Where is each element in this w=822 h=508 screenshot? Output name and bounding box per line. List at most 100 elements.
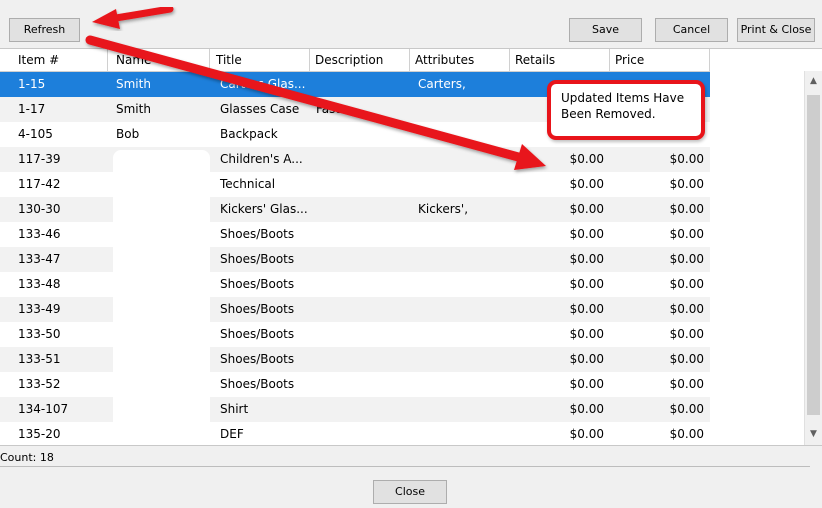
- cell-retail[interactable]: $0.00: [510, 247, 610, 272]
- cell-description[interactable]: Fast: [310, 97, 410, 122]
- cell-retail[interactable]: $0.00: [510, 347, 610, 372]
- cell-attributes[interactable]: Carters,: [410, 72, 510, 97]
- table-row[interactable]: 133-46 Shoes/Boots $0.00 $0.00: [0, 222, 710, 247]
- cell-description[interactable]: [310, 397, 410, 422]
- cell-title[interactable]: DEF: [210, 422, 310, 445]
- cell-item[interactable]: 134-107: [10, 397, 108, 422]
- print-close-button[interactable]: Print & Close: [737, 18, 815, 42]
- cell-description[interactable]: [310, 122, 410, 147]
- cell-attributes[interactable]: [410, 272, 510, 297]
- cell-description[interactable]: [310, 247, 410, 272]
- cell-title[interactable]: Shoes/Boots: [210, 322, 310, 347]
- cell-price[interactable]: $0.00: [610, 272, 710, 297]
- cell-title[interactable]: Backpack: [210, 122, 310, 147]
- scrollbar-thumb[interactable]: [807, 95, 820, 415]
- cell-retail[interactable]: $0.00: [510, 372, 610, 397]
- cell-attributes[interactable]: [410, 172, 510, 197]
- col-header-price[interactable]: Price: [610, 49, 710, 71]
- cell-attributes[interactable]: [410, 297, 510, 322]
- save-button[interactable]: Save: [569, 18, 642, 42]
- chevron-down-icon[interactable]: ▼: [805, 426, 822, 443]
- cell-price[interactable]: $0.00: [610, 422, 710, 445]
- cell-title[interactable]: Shoes/Boots: [210, 247, 310, 272]
- table-row[interactable]: 117-42 Technical $0.00 $0.00: [0, 172, 710, 197]
- cell-item[interactable]: 133-46: [10, 222, 108, 247]
- table-row[interactable]: 130-30 Kickers' Glas... Kickers', $0.00 $0.0…: [0, 197, 710, 222]
- cell-attributes[interactable]: [410, 347, 510, 372]
- table-row[interactable]: 133-52 Shoes/Boots $0.00 $0.00: [0, 372, 710, 397]
- cell-item[interactable]: 1-17: [10, 97, 108, 122]
- cell-item[interactable]: 1-15: [10, 72, 108, 97]
- table-row[interactable]: 133-49 Shoes/Boots $0.00 $0.00: [0, 297, 710, 322]
- cell-price[interactable]: $0.00: [610, 347, 710, 372]
- cell-retail[interactable]: $0.00: [510, 197, 610, 222]
- cell-item[interactable]: 117-42: [10, 172, 108, 197]
- cell-item[interactable]: 130-30: [10, 197, 108, 222]
- refresh-button[interactable]: Refresh: [9, 18, 80, 42]
- cell-name[interactable]: Smith: [108, 97, 210, 122]
- cell-price[interactable]: $0.00: [610, 322, 710, 347]
- col-header-retails[interactable]: Retails: [510, 49, 610, 71]
- cell-name[interactable]: Bob: [108, 122, 210, 147]
- table-row[interactable]: 135-20 DEF $0.00 $0.00: [0, 422, 710, 445]
- col-header-item[interactable]: Item #: [10, 49, 108, 71]
- cell-attributes[interactable]: [410, 422, 510, 445]
- cell-title[interactable]: Shirt: [210, 397, 310, 422]
- cell-attributes[interactable]: Kickers',: [410, 197, 510, 222]
- cell-item[interactable]: 135-20: [10, 422, 108, 445]
- col-header-name[interactable]: Name: [108, 49, 210, 71]
- cell-attributes[interactable]: [410, 247, 510, 272]
- cell-title[interactable]: Shoes/Boots: [210, 347, 310, 372]
- cell-price[interactable]: $0.00: [610, 372, 710, 397]
- col-header-description[interactable]: Description: [310, 49, 410, 71]
- cell-attributes[interactable]: [410, 322, 510, 347]
- cell-attributes[interactable]: [410, 122, 510, 147]
- cell-retail[interactable]: $0.00: [510, 222, 610, 247]
- table-row[interactable]: 133-47 Shoes/Boots $0.00 $0.00: [0, 247, 710, 272]
- cell-title[interactable]: Shoes/Boots: [210, 372, 310, 397]
- cell-description[interactable]: [310, 172, 410, 197]
- cell-attributes[interactable]: [410, 397, 510, 422]
- cell-title[interactable]: Carters Glas...: [210, 72, 310, 97]
- vertical-scrollbar[interactable]: ▲ ▼: [804, 71, 822, 445]
- cell-description[interactable]: [310, 222, 410, 247]
- cell-title[interactable]: Technical: [210, 172, 310, 197]
- cell-retail[interactable]: $0.00: [510, 272, 610, 297]
- table-row[interactable]: 133-50 Shoes/Boots $0.00 $0.00: [0, 322, 710, 347]
- cell-price[interactable]: $0.00: [610, 172, 710, 197]
- table-row[interactable]: 133-51 Shoes/Boots $0.00 $0.00: [0, 347, 710, 372]
- cell-retail[interactable]: $0.00: [510, 322, 610, 347]
- cell-item[interactable]: 133-49: [10, 297, 108, 322]
- cell-price[interactable]: $0.00: [610, 397, 710, 422]
- cell-price[interactable]: $0.00: [610, 197, 710, 222]
- cell-item[interactable]: 4-105: [10, 122, 108, 147]
- chevron-up-icon[interactable]: ▲: [805, 73, 822, 90]
- cell-description[interactable]: [310, 72, 410, 97]
- cell-retail[interactable]: $0.00: [510, 147, 610, 172]
- cell-title[interactable]: Shoes/Boots: [210, 222, 310, 247]
- cell-retail[interactable]: $0.00: [510, 297, 610, 322]
- cell-price[interactable]: $0.00: [610, 247, 710, 272]
- cell-price[interactable]: $0.00: [610, 147, 710, 172]
- col-header-title[interactable]: Title: [210, 49, 310, 71]
- cell-title[interactable]: Shoes/Boots: [210, 272, 310, 297]
- cell-item[interactable]: 133-51: [10, 347, 108, 372]
- cell-description[interactable]: [310, 272, 410, 297]
- cell-attributes[interactable]: [410, 97, 510, 122]
- cell-title[interactable]: Children's A...: [210, 147, 310, 172]
- close-button[interactable]: Close: [373, 480, 447, 504]
- cell-description[interactable]: [310, 322, 410, 347]
- cancel-button[interactable]: Cancel: [655, 18, 728, 42]
- cell-description[interactable]: [310, 422, 410, 445]
- col-header-attributes[interactable]: Attributes: [410, 49, 510, 71]
- cell-attributes[interactable]: [410, 147, 510, 172]
- cell-title[interactable]: Shoes/Boots: [210, 297, 310, 322]
- cell-title[interactable]: Glasses Case: [210, 97, 310, 122]
- cell-item[interactable]: 133-48: [10, 272, 108, 297]
- cell-item[interactable]: 133-52: [10, 372, 108, 397]
- cell-attributes[interactable]: [410, 372, 510, 397]
- cell-description[interactable]: [310, 147, 410, 172]
- cell-title[interactable]: Kickers' Glas...: [210, 197, 310, 222]
- cell-item[interactable]: 133-47: [10, 247, 108, 272]
- cell-description[interactable]: [310, 297, 410, 322]
